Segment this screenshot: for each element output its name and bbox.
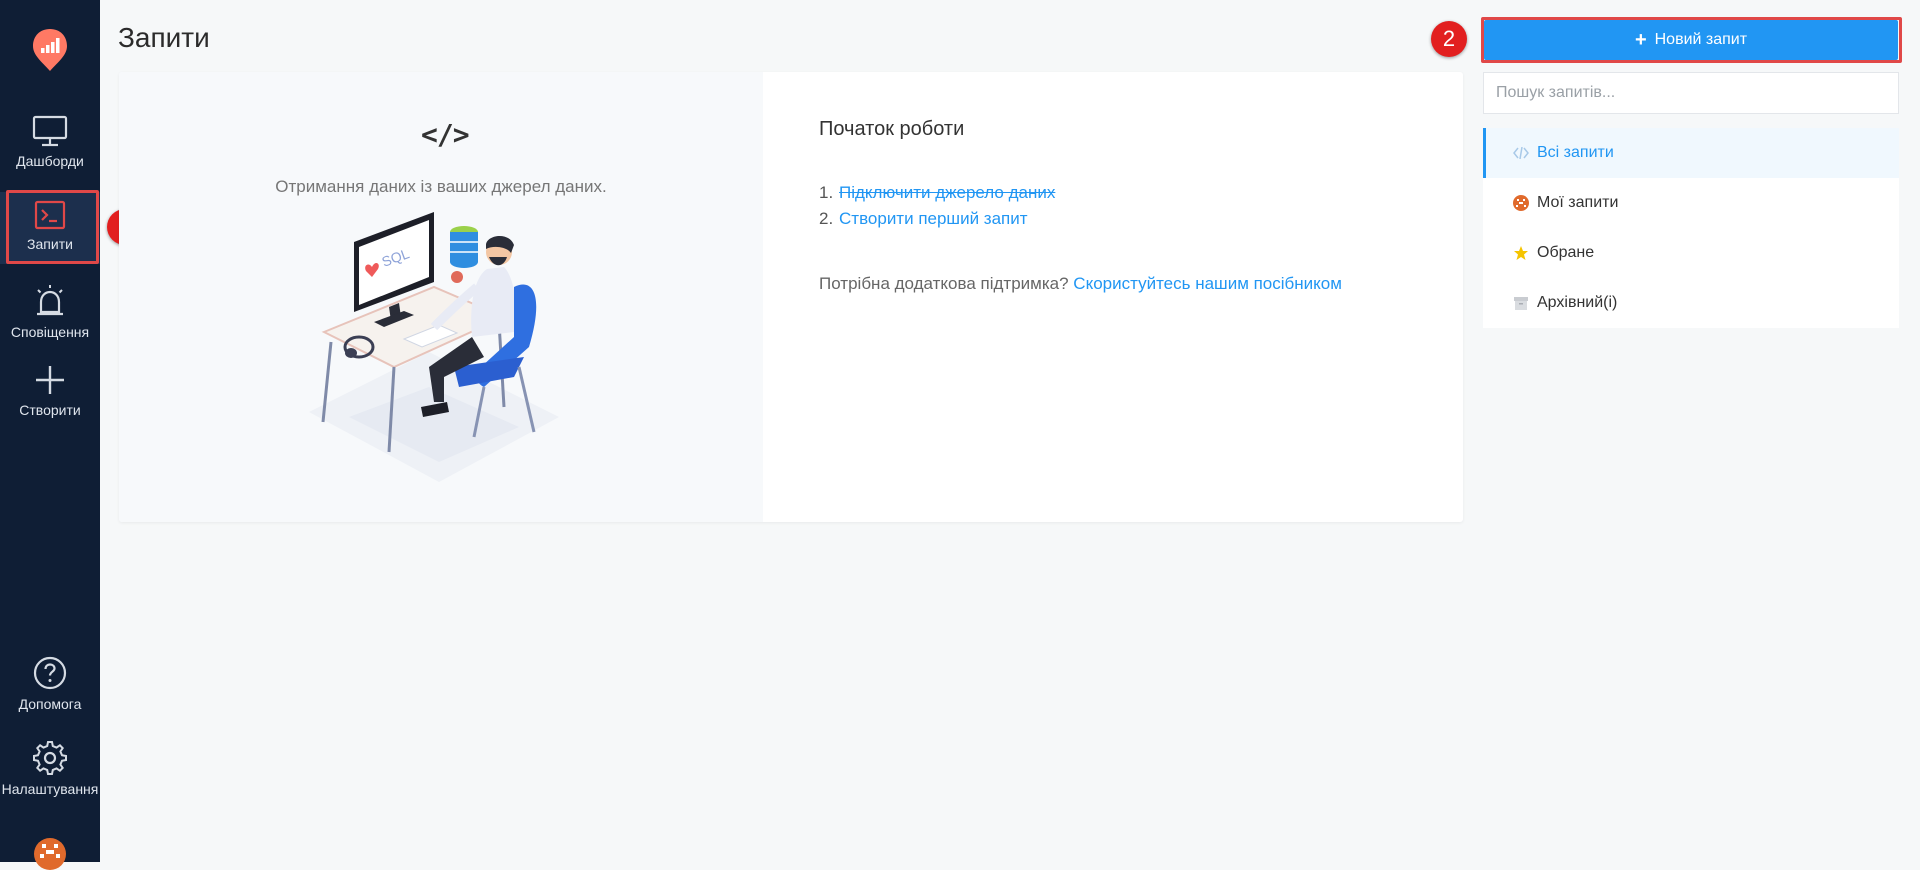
- sidebar-item-label: Дашборди: [16, 153, 84, 169]
- filter-label: Мої запити: [1537, 194, 1619, 211]
- code-icon: [1513, 147, 1529, 159]
- create-first-query-link[interactable]: Створити перший запит: [839, 206, 1028, 232]
- plus-icon: [36, 366, 64, 394]
- sidebar-item-label: Сповіщення: [10, 324, 90, 340]
- guide-link[interactable]: Скористуйтесь нашим посібником: [1073, 274, 1342, 293]
- filter-all-queries[interactable]: Всі запити: [1483, 128, 1899, 178]
- code-icon: </>: [421, 118, 470, 151]
- filter-label: Обране: [1537, 244, 1595, 261]
- help-icon: [33, 656, 67, 690]
- getting-started-title: Початок роботи: [819, 118, 965, 140]
- new-query-button[interactable]: + Новий запит: [1484, 20, 1898, 60]
- logo-icon[interactable]: [31, 27, 69, 73]
- list-item: 1. Підключити джерело даних: [819, 180, 1055, 206]
- list-item: 2. Створити перший запит: [819, 206, 1055, 232]
- page-title: Запити: [118, 22, 210, 53]
- monitor-icon: [32, 115, 68, 147]
- user-icon: [1513, 195, 1529, 211]
- filter-favorites[interactable]: Обране: [1483, 228, 1899, 278]
- step-number: 1.: [819, 183, 834, 202]
- empty-state-card: </> Отримання даних із ваших джерел дани…: [119, 72, 1463, 522]
- sidebar: Дашборди Запити Сповіщення Створити Допо…: [0, 0, 100, 870]
- empty-state-panel: </> Отримання даних із ваших джерел дани…: [119, 72, 763, 522]
- sidebar-item-alerts[interactable]: Сповіщення: [0, 284, 100, 360]
- sidebar-item-label: Налаштування: [1, 781, 99, 797]
- sidebar-item-help[interactable]: Допомога: [0, 656, 100, 732]
- help-question: Потрібна додаткова підтримка?: [819, 274, 1069, 293]
- connect-data-source-link[interactable]: Підключити джерело даних: [839, 180, 1055, 206]
- plus-icon: +: [1634, 29, 1647, 51]
- search-input[interactable]: [1483, 72, 1899, 114]
- getting-started-steps: 1. Підключити джерело даних 2. Створити …: [819, 180, 1055, 232]
- empty-state-description: Отримання даних із ваших джерел даних.: [275, 177, 607, 196]
- sidebar-item-settings[interactable]: Налаштування: [0, 741, 100, 817]
- star-icon: [1513, 245, 1529, 261]
- sidebar-item-label: Створити: [19, 402, 81, 418]
- sidebar-item-label: Допомога: [18, 696, 82, 712]
- sidebar-item-create[interactable]: Створити: [0, 364, 100, 440]
- gear-icon: [33, 741, 67, 775]
- query-filter-list: Всі запити Мої запити Обране Архівний(і): [1483, 128, 1899, 328]
- filter-label: Всі запити: [1537, 144, 1614, 161]
- avatar[interactable]: [34, 838, 66, 870]
- developer-illustration: SQL: [309, 212, 559, 482]
- help-text: Потрібна додаткова підтримка? Скористуйт…: [819, 274, 1342, 294]
- sidebar-item-dashboards[interactable]: Дашборди: [0, 115, 100, 191]
- filter-my-queries[interactable]: Мої запити: [1483, 178, 1899, 228]
- filter-label: Архівний(і): [1537, 294, 1618, 311]
- archive-icon: [1513, 295, 1529, 311]
- step-number: 2.: [819, 209, 834, 228]
- annotation-highlight: [6, 190, 99, 264]
- new-query-label: Новий запит: [1654, 31, 1748, 48]
- alarm-icon: [37, 285, 63, 316]
- annotation-badge-2: 2: [1431, 21, 1467, 57]
- filter-archived[interactable]: Архівний(і): [1483, 278, 1899, 328]
